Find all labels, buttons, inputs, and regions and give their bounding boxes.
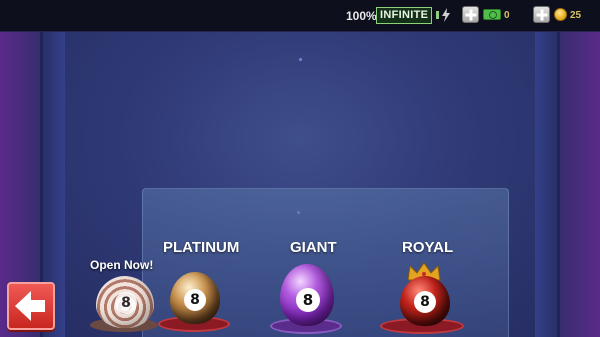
cash-bill-icon [483, 9, 501, 20]
energy-infinite-badge: INFINITE [376, 7, 433, 24]
add-coins-button[interactable] [533, 6, 550, 23]
lightning-bolt-icon [442, 8, 450, 22]
giant-egg-label: GIANT [290, 239, 337, 256]
battery-percent: 100% [346, 9, 377, 23]
coin-count: 25 [570, 10, 582, 21]
platinum-egg-ball-8: 8 [184, 289, 206, 311]
cash-count: 0 [504, 10, 510, 21]
add-cash-button[interactable] [462, 6, 479, 23]
arrow-left-icon [15, 291, 45, 321]
top-status-bar: 100% INFINITE 0 25 [0, 0, 600, 32]
platinum-egg-label: PLATINUM [163, 239, 240, 256]
free-egg-ball-8: 8 [115, 292, 137, 314]
back-button[interactable] [7, 282, 55, 330]
battery-tip [436, 11, 439, 19]
royal-egg-ball-8: 8 [414, 291, 436, 313]
sparkle-decoration [299, 58, 302, 61]
giant-egg-ball-8: 8 [296, 288, 320, 312]
coin-icon [554, 8, 567, 21]
royal-egg-label: ROYAL [402, 239, 454, 256]
open-now-label: Open Now! [90, 258, 154, 272]
